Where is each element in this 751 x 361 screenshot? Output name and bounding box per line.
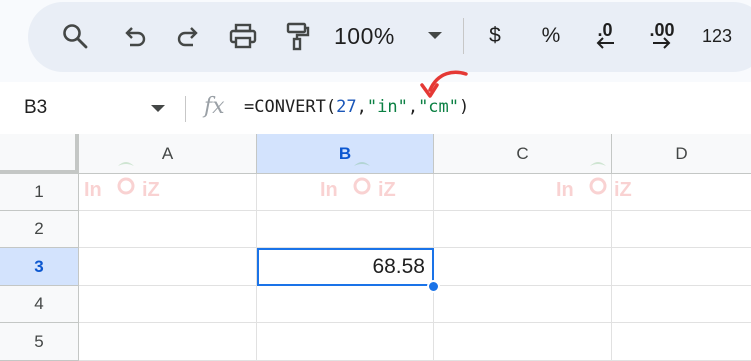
zoom-value: 100% xyxy=(334,22,395,49)
cell-a4[interactable] xyxy=(79,286,257,323)
row-label: 4 xyxy=(34,294,44,313)
formula-comma: , xyxy=(356,97,367,117)
watermark-text: iZ xyxy=(614,179,632,201)
formula-prefix: =CONVERT( xyxy=(244,97,337,117)
cell-c2[interactable] xyxy=(434,211,612,248)
fx-icon: fx xyxy=(204,94,225,119)
formula-arg-from: "in" xyxy=(366,97,408,117)
percent-format-button[interactable]: % xyxy=(536,21,566,51)
cell-b5[interactable] xyxy=(257,323,434,361)
increase-decimal-label: .00 xyxy=(649,20,675,40)
percent-label: % xyxy=(541,24,561,47)
currency-label: $ xyxy=(489,24,501,47)
row-label: 2 xyxy=(34,219,44,238)
cell-d2[interactable] xyxy=(612,211,751,248)
chevron-down-icon xyxy=(151,105,165,112)
increase-decimal-button[interactable]: .00 xyxy=(640,21,684,51)
column-label: D xyxy=(675,143,688,163)
name-box[interactable]: B3 xyxy=(22,92,172,124)
annotation-arrow-icon xyxy=(410,68,474,111)
print-icon xyxy=(228,22,258,50)
toolbar-divider xyxy=(463,18,464,54)
watermark-text: In xyxy=(84,179,102,201)
currency-format-button[interactable]: $ xyxy=(482,21,508,51)
row-header-3[interactable]: 3 xyxy=(0,248,79,286)
decrease-decimal-label: .0 xyxy=(597,20,613,40)
cell-a2[interactable] xyxy=(79,211,257,248)
watermark-logo: In iZ xyxy=(556,162,656,204)
row-label: 5 xyxy=(34,331,44,351)
row-label: 1 xyxy=(34,182,44,201)
column-header-b[interactable]: B xyxy=(257,134,434,174)
cell-d4[interactable] xyxy=(612,286,751,323)
select-all-corner[interactable] xyxy=(0,134,79,174)
watermark-text: iZ xyxy=(142,179,160,201)
undo-icon xyxy=(121,22,149,50)
formula-bar: B3 fx =CONVERT(27,"in","cm") xyxy=(0,70,751,134)
column-label: A xyxy=(161,143,174,163)
search-icon xyxy=(61,22,89,50)
more-formats-button[interactable]: 123 xyxy=(697,21,737,51)
cell-b2[interactable] xyxy=(257,211,434,248)
paint-format-button[interactable] xyxy=(280,21,314,51)
cell-b4[interactable] xyxy=(257,286,434,323)
zoom-select[interactable]: 100% xyxy=(334,21,452,51)
cell-c5[interactable] xyxy=(434,323,612,361)
row-label: 3 xyxy=(34,256,44,276)
watermark-logo: In iZ xyxy=(320,162,420,204)
arrow-left-icon xyxy=(594,37,616,49)
formula-bar-divider xyxy=(185,96,186,122)
row-header-1[interactable]: 1 xyxy=(0,174,79,211)
cell-a3[interactable] xyxy=(79,248,257,286)
column-header-d[interactable]: D xyxy=(612,134,751,174)
watermark-text: In xyxy=(320,179,338,201)
toolbar: 100% $ % .0 .00 123 xyxy=(0,0,751,82)
watermark-logo: In iZ xyxy=(84,162,184,204)
column-header-a[interactable]: A xyxy=(79,134,257,174)
row-header-5[interactable]: 5 xyxy=(0,323,79,361)
cell-a5[interactable] xyxy=(79,323,257,361)
row-header-2[interactable]: 2 xyxy=(0,211,79,248)
redo-button[interactable] xyxy=(171,21,205,51)
cell-c4[interactable] xyxy=(434,286,612,323)
watermark-text: In xyxy=(556,179,574,201)
arrow-right-icon xyxy=(651,37,673,49)
watermark-owl-icon xyxy=(117,162,135,195)
more-formats-label: 123 xyxy=(701,25,733,46)
redo-icon xyxy=(174,22,202,50)
chevron-down-icon xyxy=(428,32,442,39)
formula-number: 27 xyxy=(336,97,357,117)
undo-button[interactable] xyxy=(118,21,152,51)
cell-d3[interactable] xyxy=(612,248,751,286)
cell-c3[interactable] xyxy=(434,248,612,286)
paint-format-icon xyxy=(283,21,311,51)
column-label: C xyxy=(516,143,529,163)
watermark-owl-icon xyxy=(353,162,371,195)
decrease-decimal-button[interactable]: .0 xyxy=(585,21,625,51)
print-button[interactable] xyxy=(226,21,260,51)
watermark-owl-icon xyxy=(589,162,607,195)
cell-d5[interactable] xyxy=(612,323,751,361)
spreadsheet-grid: A B C D 1 2 3 4 5 68.58 In iZ In iZ In i… xyxy=(0,134,751,361)
row-header-4[interactable]: 4 xyxy=(0,286,79,323)
watermark-text: iZ xyxy=(378,179,396,201)
search-button[interactable] xyxy=(58,21,92,51)
cell-reference: B3 xyxy=(24,97,48,118)
fill-handle[interactable] xyxy=(427,280,440,293)
active-cell-outline xyxy=(257,248,434,286)
